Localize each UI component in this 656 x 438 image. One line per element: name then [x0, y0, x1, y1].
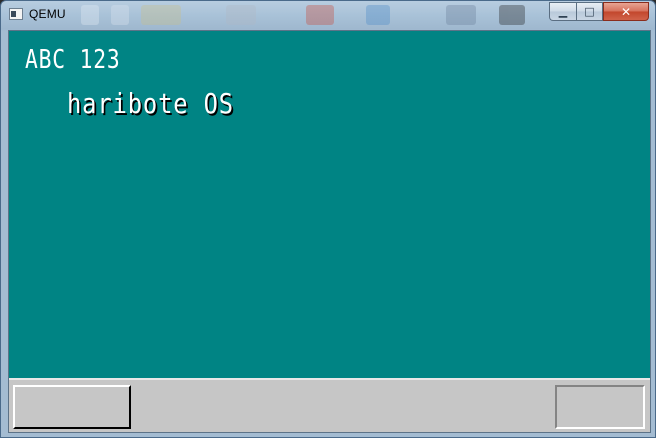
close-button[interactable]: ✕	[603, 2, 649, 21]
caption-buttons: ▁ □ ✕	[549, 2, 649, 21]
maximize-button[interactable]: □	[576, 2, 603, 21]
emulator-screen[interactable]: ABC 123 haribote OS	[8, 30, 651, 433]
start-button[interactable]	[13, 385, 131, 429]
close-icon: ✕	[620, 4, 632, 19]
qemu-window: QEMU ▁ □ ✕ ABC 123 haribote OS	[0, 0, 656, 438]
system-tray	[555, 385, 645, 429]
window-title: QEMU	[29, 7, 66, 21]
minimize-button[interactable]: ▁	[549, 2, 576, 21]
screen-text-haribote-os: haribote OS	[67, 87, 234, 120]
title-bar[interactable]: QEMU ▁ □ ✕	[1, 1, 655, 29]
taskbar	[9, 378, 650, 432]
qemu-window-icon[interactable]	[9, 8, 23, 20]
minimize-icon: ▁	[558, 5, 568, 18]
screen-text-abc-123: ABC 123	[25, 45, 121, 75]
maximize-icon: □	[584, 5, 595, 18]
